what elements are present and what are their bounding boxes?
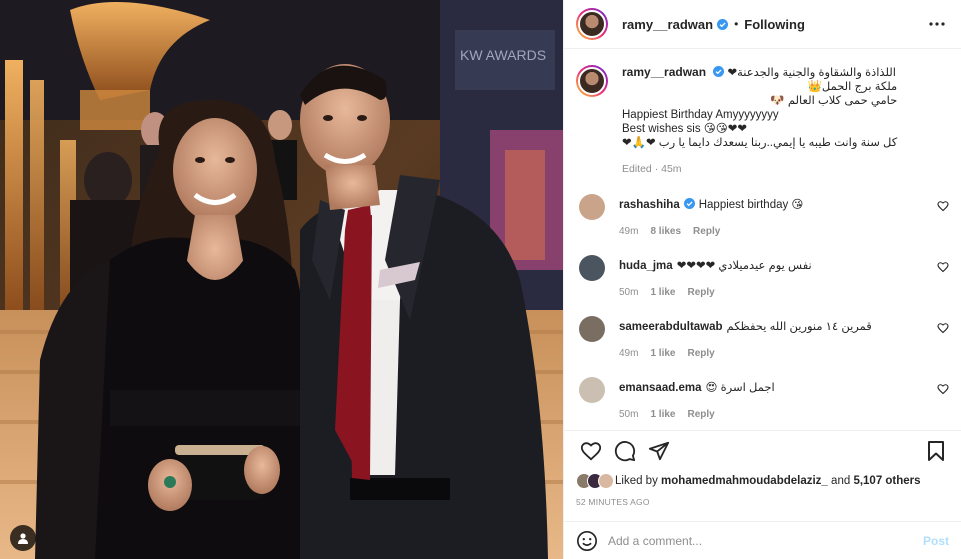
- comment-likes[interactable]: 1 like: [650, 409, 675, 420]
- verified-badge-icon: [713, 66, 725, 77]
- emoji-icon[interactable]: [576, 530, 598, 552]
- post-side-panel: ramy__radwan • Following ramy__radwan ال…: [563, 0, 961, 559]
- commenter-username[interactable]: rashashiha: [619, 199, 680, 211]
- reply-button[interactable]: Reply: [687, 287, 714, 298]
- user-tag-icon[interactable]: [10, 525, 36, 551]
- comment-text: قمرين ١٤ منورين الله يحفظكم: [726, 321, 872, 333]
- post-photo[interactable]: KW AWARDS: [0, 0, 563, 559]
- comment-time[interactable]: 49m: [619, 348, 638, 359]
- caption-username[interactable]: ramy__radwan: [622, 65, 706, 79]
- comment-likes[interactable]: 1 like: [650, 287, 675, 298]
- commenter-username[interactable]: huda_jma: [619, 260, 673, 272]
- svg-text:KW AWARDS: KW AWARDS: [460, 47, 546, 63]
- commenter-avatar[interactable]: [579, 316, 605, 342]
- post-caption: ramy__radwan اللذاذة والشقاوة والجنية وا…: [576, 65, 949, 176]
- caption-meta: Edited · 45m: [622, 163, 682, 175]
- author-username[interactable]: ramy__radwan: [622, 17, 713, 32]
- caption-avatar[interactable]: [576, 65, 608, 97]
- following-button[interactable]: Following: [744, 17, 805, 32]
- commenter-avatar[interactable]: [579, 194, 605, 220]
- comment-time[interactable]: 50m: [619, 409, 638, 420]
- likes-others[interactable]: 5,107 others: [853, 475, 920, 487]
- add-comment-bar: Post: [564, 521, 961, 559]
- comment-like-icon[interactable]: [937, 383, 949, 395]
- more-options-icon[interactable]: [925, 12, 949, 36]
- share-icon[interactable]: [644, 436, 674, 466]
- comment-time[interactable]: 50m: [619, 287, 638, 298]
- comment-text: Happiest birthday 😘: [698, 199, 804, 211]
- comment-item: huda_jma نفس يوم عيدميلادي ❤❤❤❤ 50m 1 like…: [576, 255, 949, 298]
- likes-summary[interactable]: Liked by mohamedmahmoudabdelaziz_ and 5,…: [564, 470, 961, 489]
- caption-line: Best wishes sis 😘😘❤❤: [622, 123, 748, 135]
- post-image: KW AWARDS: [0, 0, 563, 559]
- post-timestamp[interactable]: 52 MINUTES AGO: [564, 489, 961, 507]
- comment-icon[interactable]: [610, 436, 640, 466]
- commenter-avatar[interactable]: [579, 255, 605, 281]
- comment-text: اجمل اسرة 😍: [705, 382, 775, 394]
- reply-button[interactable]: Reply: [687, 409, 714, 420]
- commenter-username[interactable]: sameerabdultawab: [619, 321, 723, 333]
- post-comment-button[interactable]: Post: [923, 534, 949, 548]
- caption-line: كل سنة وانت طيبه يا إيمي..ربنا يسعدك داي…: [622, 137, 898, 149]
- commenter-avatar[interactable]: [579, 377, 605, 403]
- commenter-username[interactable]: emansaad.ema: [619, 382, 701, 394]
- author-avatar[interactable]: [576, 8, 608, 40]
- comment-text: نفس يوم عيدميلادي ❤❤❤❤: [676, 260, 812, 272]
- likes-prefix: Liked by: [615, 475, 658, 487]
- reply-button[interactable]: Reply: [687, 348, 714, 359]
- comment-item: rashashiha Happiest birthday 😘 49m 8 likes…: [576, 194, 949, 237]
- comment-like-icon[interactable]: [937, 322, 949, 334]
- verified-badge-icon: [717, 18, 729, 30]
- post-actions: [564, 430, 961, 470]
- comment-item: emansaad.ema اجمل اسرة 😍 50m 1 like Reply: [576, 377, 949, 420]
- instagram-post-modal: KW AWARDS ramy__radwan • Following ramy_…: [0, 0, 961, 559]
- verified-badge-icon: [683, 198, 695, 209]
- caption-line: اللذاذة والشقاوة والجنية والجدعنة❤: [727, 67, 896, 79]
- liker-avatars: [576, 473, 614, 489]
- comment-item: sameerabdultawab قمرين ١٤ منورين الله يحف…: [576, 316, 949, 359]
- caption-line: ملكة برج الحمل👑: [807, 81, 898, 93]
- caption-line: Happiest Birthday Amyyyyyyyy: [622, 109, 779, 121]
- post-header: ramy__radwan • Following: [564, 0, 961, 49]
- bookmark-icon[interactable]: [921, 436, 951, 466]
- comment-like-icon[interactable]: [937, 261, 949, 273]
- comment-input[interactable]: [608, 533, 923, 548]
- comments-list[interactable]: ramy__radwan اللذاذة والشقاوة والجنية وا…: [564, 49, 961, 430]
- separator-dot: •: [734, 17, 739, 31]
- liker-username[interactable]: mohamedmahmoudabdelaziz_: [661, 475, 828, 487]
- comment-likes[interactable]: 1 like: [650, 348, 675, 359]
- likes-conjunction: and: [831, 475, 851, 487]
- comment-likes[interactable]: 8 likes: [650, 226, 681, 237]
- heart-icon[interactable]: [576, 436, 606, 466]
- comment-like-icon[interactable]: [937, 200, 949, 212]
- reply-button[interactable]: Reply: [693, 226, 720, 237]
- caption-line: حامي حمى كلاب العالم 🐶: [770, 95, 898, 107]
- comment-time[interactable]: 49m: [619, 226, 638, 237]
